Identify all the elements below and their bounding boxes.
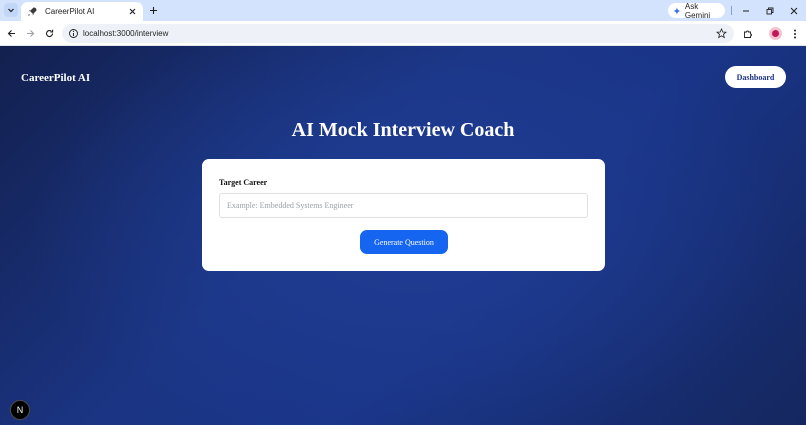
- tab-strip: CareerPilot AI Ask Gemini: [0, 0, 806, 21]
- tab-close-button[interactable]: [127, 6, 138, 17]
- minimize-icon: [743, 10, 749, 11]
- interview-form-card: Target Career Generate Question: [202, 159, 605, 271]
- browser-tab[interactable]: CareerPilot AI: [21, 2, 143, 21]
- chrome-divider: [731, 6, 732, 15]
- ask-gemini-button[interactable]: Ask Gemini: [668, 1, 725, 20]
- dashboard-button[interactable]: Dashboard: [725, 66, 786, 88]
- brand-logo[interactable]: CareerPilot AI: [21, 72, 90, 84]
- plus-icon: [150, 7, 157, 14]
- restore-button[interactable]: [763, 4, 777, 17]
- rocket-icon: [28, 7, 37, 16]
- target-career-input[interactable]: [219, 193, 588, 218]
- page-viewport: CareerPilot AI Dashboard AI Mock Intervi…: [0, 46, 806, 425]
- chevron-down-icon: [8, 8, 14, 13]
- target-career-label: Target Career: [219, 178, 268, 187]
- star-icon[interactable]: [716, 28, 727, 39]
- back-arrow-icon: [7, 30, 15, 37]
- minimize-button[interactable]: [739, 4, 753, 17]
- browser-toolbar: localhost:3000/interview: [0, 21, 806, 46]
- puzzle-icon: [743, 30, 752, 38]
- sparkle-icon: [673, 6, 681, 15]
- close-icon: [790, 7, 798, 14]
- kebab-menu-icon: [793, 29, 796, 38]
- generate-question-button[interactable]: Generate Question: [360, 230, 448, 254]
- profile-avatar[interactable]: [769, 27, 782, 40]
- extensions-button[interactable]: [741, 27, 754, 40]
- nextjs-dev-badge[interactable]: N: [10, 400, 30, 420]
- page-title: AI Mock Interview Coach: [291, 119, 515, 141]
- new-tab-button[interactable]: [147, 4, 160, 17]
- info-icon[interactable]: [68, 28, 79, 39]
- reload-icon: [45, 29, 54, 37]
- forward-button[interactable]: [24, 27, 37, 40]
- window-close-button[interactable]: [787, 4, 801, 17]
- address-url: localhost:3000/interview: [83, 29, 169, 38]
- back-button[interactable]: [5, 27, 18, 40]
- browser-menu-button[interactable]: [788, 27, 801, 40]
- avatar: [772, 30, 779, 37]
- tab-title: CareerPilot AI: [45, 7, 95, 16]
- address-bar[interactable]: localhost:3000/interview: [62, 24, 734, 43]
- reload-button[interactable]: [43, 27, 56, 40]
- forward-arrow-icon: [27, 30, 35, 37]
- close-icon: [129, 8, 136, 15]
- restore-icon: [766, 7, 774, 14]
- tab-search-button[interactable]: [4, 3, 18, 17]
- ask-gemini-label: Ask Gemini: [684, 1, 711, 20]
